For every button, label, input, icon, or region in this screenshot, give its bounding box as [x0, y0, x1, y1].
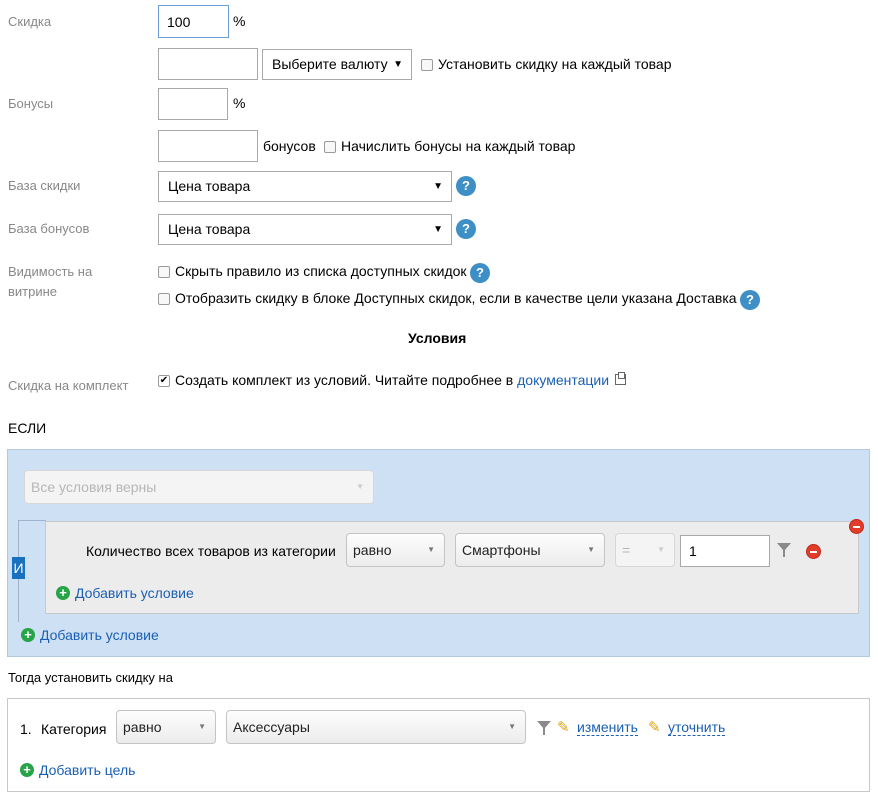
condition-category-value: Смартфоны: [462, 542, 541, 558]
edit-link[interactable]: изменить: [577, 719, 638, 736]
chevron-down-icon: ▼: [587, 545, 595, 554]
condition-text: Количество всех товаров из категории: [86, 543, 336, 559]
show-delivery-checkbox[interactable]: [158, 293, 170, 305]
condition-operator-select[interactable]: равно ▼: [346, 533, 445, 567]
kit-label: Скидка на комплект: [8, 378, 129, 393]
discount-amount-input[interactable]: [158, 48, 258, 80]
pencil-icon: ✎: [648, 719, 661, 736]
condition-category-select[interactable]: Смартфоны ▼: [455, 533, 605, 567]
discount-base-label: База скидки: [8, 178, 81, 193]
add-icon[interactable]: +: [21, 628, 35, 642]
visibility-label-line1: Видимость на: [8, 264, 93, 279]
discount-base-select[interactable]: Цена товара ▼: [158, 171, 452, 202]
bonus-base-label: База бонусов: [8, 221, 90, 236]
chevron-down-icon: ▼: [433, 224, 443, 235]
and-badge: И: [12, 557, 25, 579]
bonuses-unit: бонусов: [263, 138, 316, 154]
bonuses-percent-unit: %: [233, 95, 246, 111]
if-label: ЕСЛИ: [8, 420, 47, 436]
bonuses-percent-input[interactable]: [158, 88, 228, 120]
add-icon[interactable]: +: [56, 586, 70, 600]
add-icon[interactable]: +: [20, 763, 34, 777]
all-conditions-select-value: Все условия верны: [31, 479, 157, 495]
visibility-label-line2: витрине: [8, 284, 58, 299]
discount-percent-input[interactable]: [158, 5, 229, 38]
chevron-down-icon: ▼: [356, 482, 364, 491]
remove-condition-icon[interactable]: [806, 544, 821, 559]
condition-compare-value: =: [622, 542, 631, 558]
kit-checkbox[interactable]: ✔: [158, 375, 170, 387]
chevron-down-icon: ▼: [657, 545, 665, 554]
condition-operator-value: равно: [353, 542, 392, 558]
per-item-discount-label: Установить скидку на каждый товар: [438, 56, 672, 72]
pencil-icon: ✎: [557, 719, 570, 736]
external-link-icon: [615, 372, 626, 385]
discount-base-value: Цена товара: [168, 178, 251, 194]
target-operator-select[interactable]: равно ▼: [116, 710, 216, 744]
target-value-select[interactable]: Аксессуары ▼: [226, 710, 526, 744]
targets-title: Тогда установить скидку на: [8, 670, 173, 685]
per-item-bonus-label: Начислить бонусы на каждый товар: [341, 138, 576, 154]
condition-compare-select[interactable]: = ▼: [615, 533, 675, 567]
bonuses-amount-input[interactable]: [158, 130, 258, 162]
currency-select-value: Выберите валюту: [272, 56, 388, 72]
add-condition-link[interactable]: Добавить условие: [40, 627, 159, 643]
target-row-label: Категория: [41, 721, 107, 737]
filter-icon-stem: [543, 728, 545, 735]
add-inner-condition-link[interactable]: Добавить условие: [75, 585, 194, 601]
help-icon[interactable]: ?: [456, 219, 476, 239]
show-delivery-label: Отобразить скидку в блоке Доступных скид…: [175, 290, 737, 306]
bonuses-label: Бонусы: [8, 96, 54, 111]
documentation-link[interactable]: документации: [517, 372, 609, 388]
per-item-bonus-checkbox[interactable]: [324, 141, 336, 153]
help-icon[interactable]: ?: [470, 263, 490, 283]
discount-label: Скидка: [8, 14, 52, 29]
hide-rule-checkbox[interactable]: [158, 266, 170, 278]
bonus-base-value: Цена товара: [168, 221, 251, 237]
chevron-down-icon: ▼: [508, 722, 516, 731]
target-value-value: Аксессуары: [233, 719, 310, 735]
tree-line: [18, 520, 46, 521]
currency-select[interactable]: Выберите валюту ▼: [262, 49, 412, 80]
add-target-link[interactable]: Добавить цель: [39, 762, 135, 778]
kit-checkbox-text: Создать комплект из условий. Читайте под…: [175, 372, 609, 388]
filter-icon-stem: [783, 550, 785, 557]
help-icon[interactable]: ?: [740, 290, 760, 310]
chevron-down-icon: ▼: [393, 59, 403, 70]
target-operator-value: равно: [123, 719, 162, 735]
conditions-title: Условия: [408, 330, 467, 346]
refine-link[interactable]: уточнить: [668, 719, 726, 736]
help-icon[interactable]: ?: [456, 176, 476, 196]
bonus-base-select[interactable]: Цена товара ▼: [158, 214, 452, 245]
per-item-discount-checkbox[interactable]: [421, 59, 433, 71]
all-conditions-select[interactable]: Все условия верны ▼: [24, 470, 374, 504]
chevron-down-icon: ▼: [433, 181, 443, 192]
chevron-down-icon: ▼: [198, 722, 206, 731]
kit-checkbox-label: Создать комплект из условий. Читайте под…: [175, 372, 518, 388]
discount-percent-unit: %: [233, 13, 246, 29]
condition-value-input[interactable]: [680, 535, 770, 567]
hide-rule-label: Скрыть правило из списка доступных скидо…: [175, 263, 467, 279]
target-row-number: 1.: [20, 721, 32, 737]
chevron-down-icon: ▼: [427, 545, 435, 554]
remove-group-icon[interactable]: [849, 519, 864, 534]
